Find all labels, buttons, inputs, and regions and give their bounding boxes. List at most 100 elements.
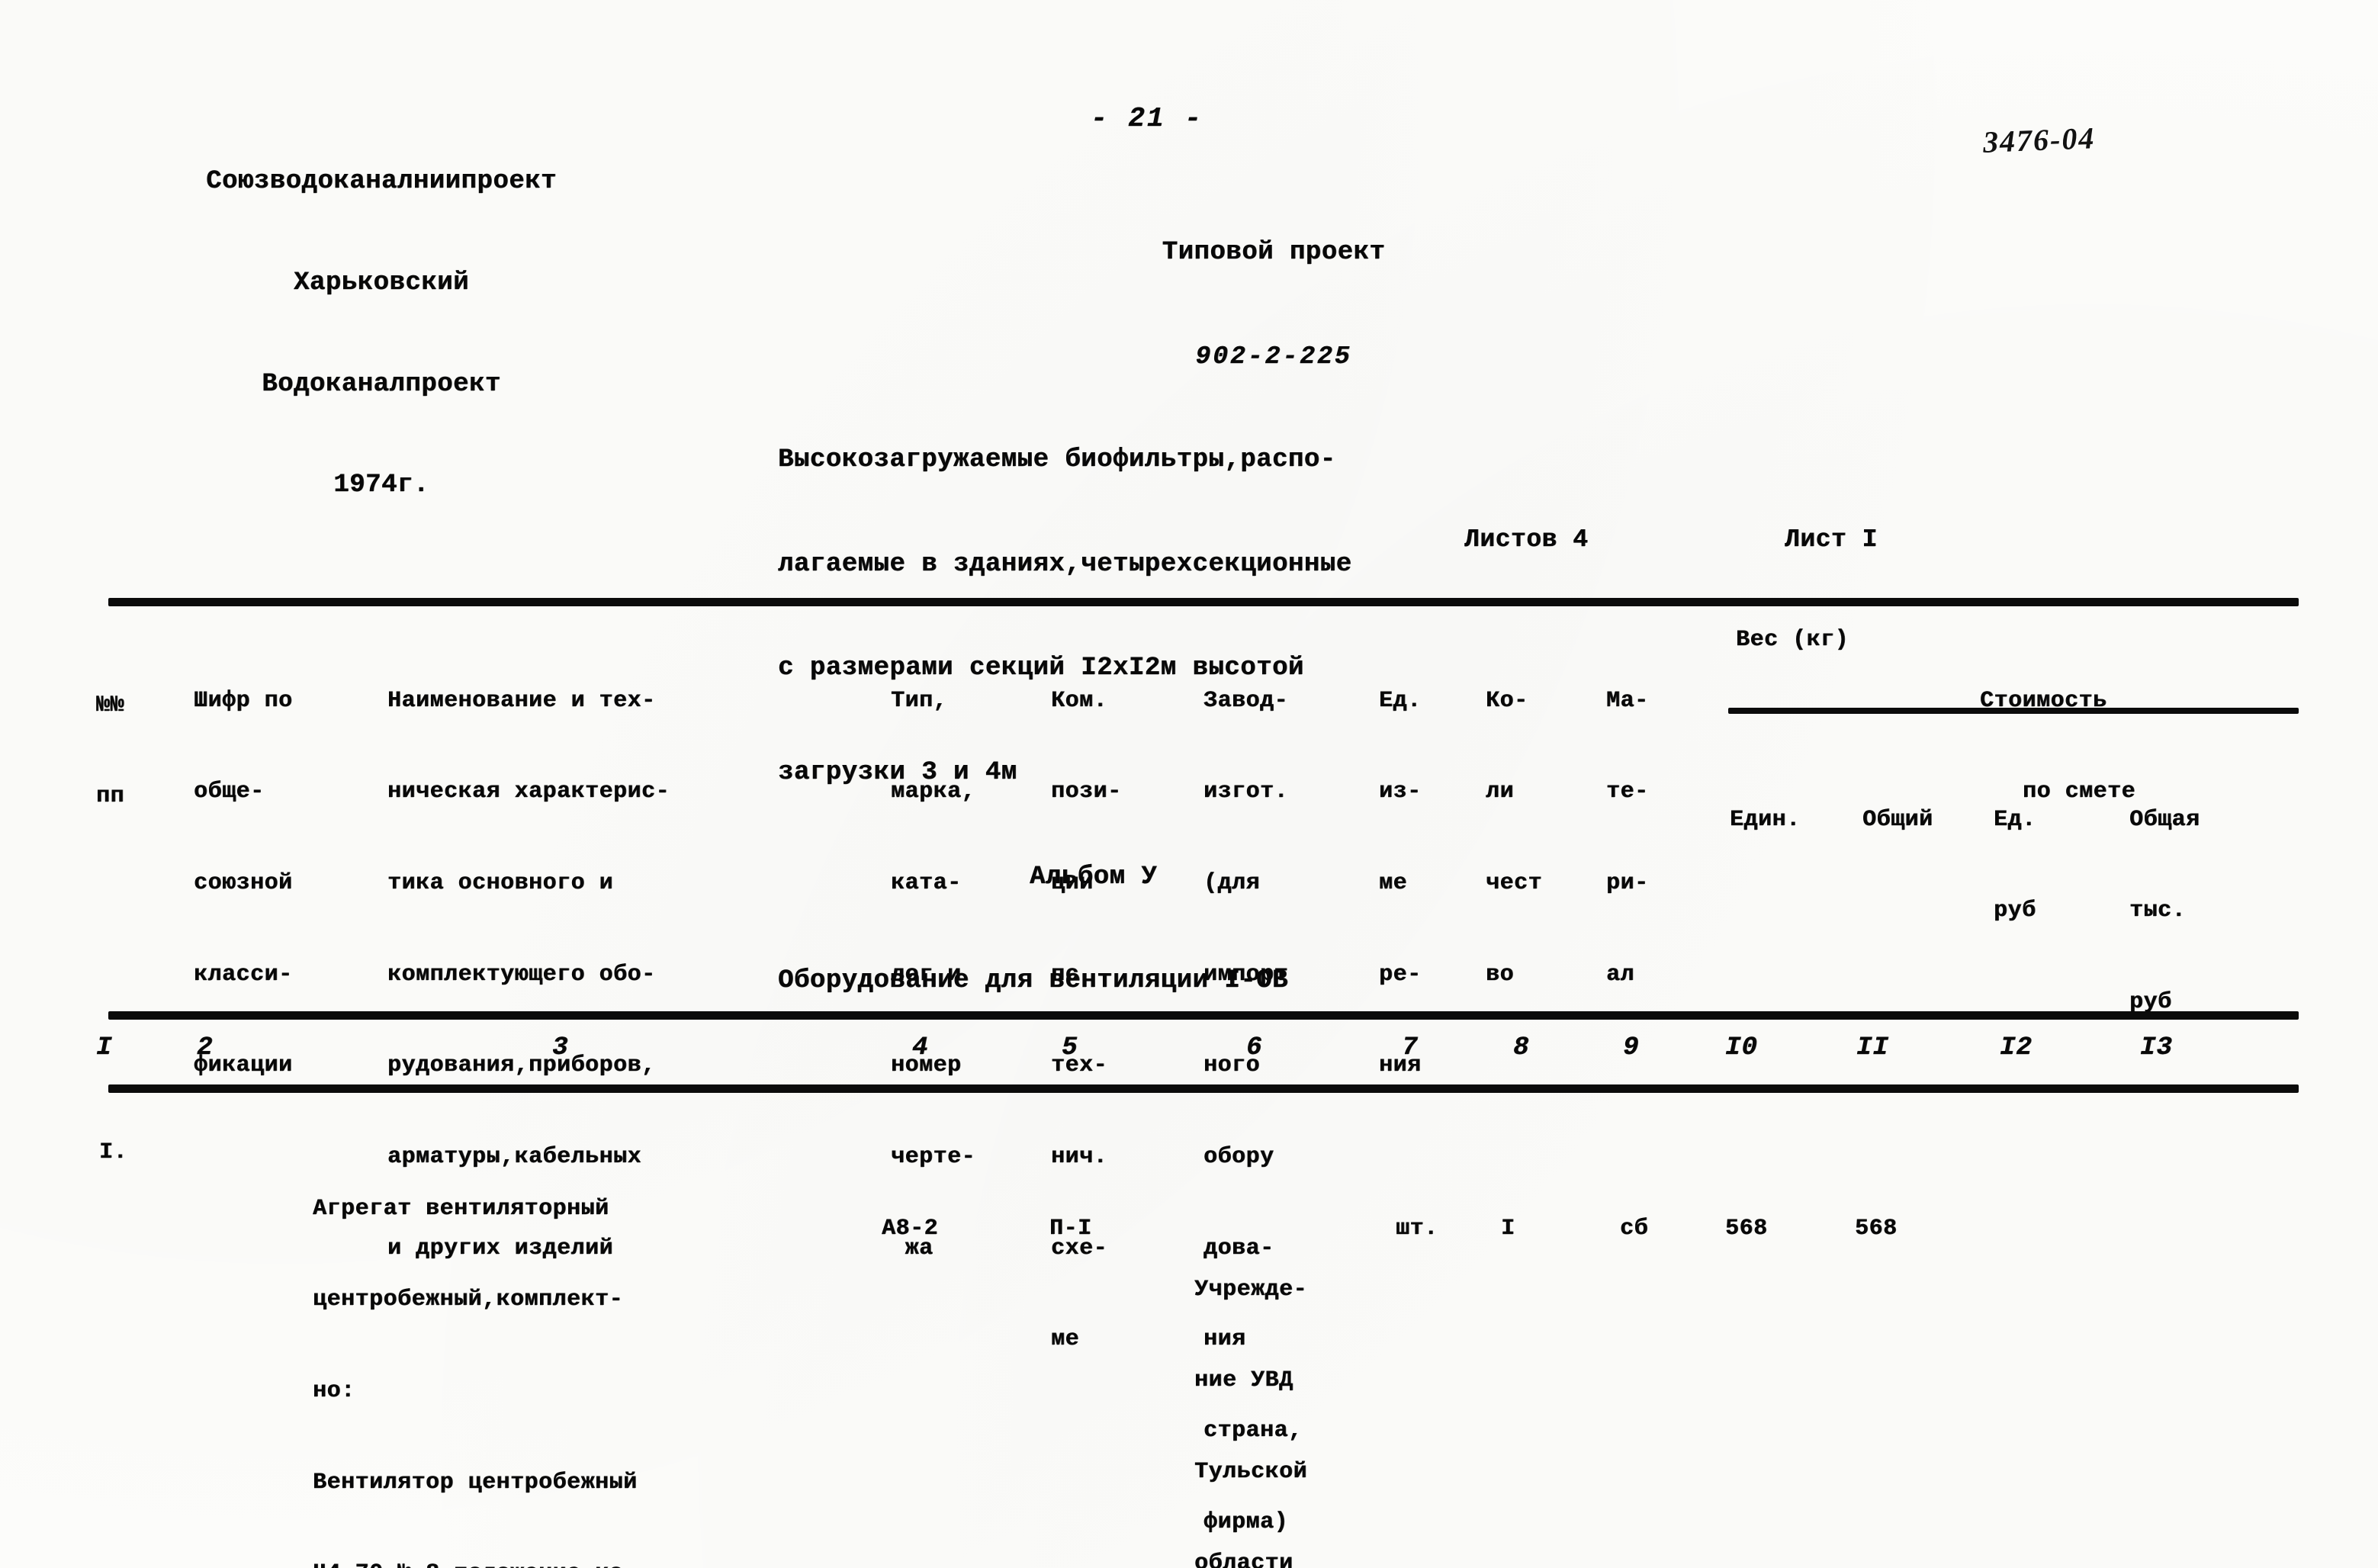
header-text: ката-	[891, 870, 962, 897]
header-text: марка,	[891, 779, 976, 805]
manufacturer-line: ние УВД	[1194, 1367, 1293, 1394]
header-text: ал	[1606, 961, 1635, 988]
table-row-weight-total: 568	[1855, 1216, 1898, 1242]
header-text: Ком.	[1051, 687, 1108, 714]
header-text: Общий	[1862, 806, 1933, 833]
column-number-11: II	[1856, 1033, 1889, 1062]
table-row-quantity: I	[1501, 1216, 1515, 1242]
header-text: ре-	[1379, 961, 1422, 988]
header-text: чест	[1486, 870, 1543, 897]
header-text: Ко-	[1486, 687, 1528, 714]
table-top-rule	[108, 598, 2299, 606]
header-text: пп	[96, 783, 125, 810]
header-text: Наименование и тех-	[387, 687, 656, 714]
organization-line-1: Союзводоканалниипроект	[206, 167, 557, 197]
column-number-10: I0	[1725, 1033, 1758, 1062]
header-text: ническая характерис-	[387, 779, 670, 805]
equipment-name-line: Вентилятор центробежный	[313, 1469, 638, 1496]
header-text: ли	[1486, 779, 1515, 805]
project-kind: Типовой проект	[1162, 238, 1386, 268]
header-text: обще-	[194, 779, 265, 805]
organization-line-4: 1974г.	[333, 471, 429, 500]
column-number-3: 3	[552, 1033, 569, 1062]
header-text: Ма-	[1606, 687, 1649, 714]
header-text: ри-	[1606, 870, 1649, 897]
header-text: те-	[1606, 779, 1649, 805]
header-text: во	[1486, 961, 1515, 988]
header-text: лог и	[891, 961, 962, 988]
table-header-col8: Ко- ли чест во	[1486, 625, 1585, 1051]
column-number-8: 8	[1513, 1033, 1530, 1062]
header-text: комплектующего обо-	[387, 961, 656, 988]
document-page: Союзводоканалниипроект Харьковский Водок…	[0, 0, 2378, 1568]
column-number-4: 4	[912, 1033, 929, 1062]
header-text: тыс.	[2129, 898, 2187, 924]
header-text: пс	[1051, 961, 1080, 988]
header-text: ции	[1051, 870, 1094, 897]
header-text: союзной	[194, 870, 293, 897]
header-text: рудования,приборов,	[387, 1052, 656, 1079]
header-text: Тип,	[891, 687, 948, 714]
header-text: руб	[1994, 898, 2036, 924]
table-row-type-mark: А8-2	[882, 1216, 939, 1242]
header-text: Ед.	[1379, 687, 1422, 714]
column-number-7: 7	[1402, 1033, 1419, 1062]
table-header-col12: Ед. руб	[1994, 744, 2100, 988]
page-number: - 21 -	[1091, 103, 1203, 134]
header-text: Завод-	[1203, 687, 1289, 714]
sheets-total: Листов 4	[1464, 525, 1589, 554]
column-number-1: I	[96, 1033, 113, 1062]
header-text: Ед.	[1994, 806, 2036, 833]
header-text: нич.	[1051, 1144, 1108, 1171]
header-text: ме	[1051, 1326, 1080, 1353]
table-header-col13: Общая тыс. руб	[2129, 744, 2297, 1079]
manufacturer-line: Тульской	[1194, 1459, 1308, 1486]
header-text: №№	[96, 692, 125, 718]
header-text: пози-	[1051, 779, 1122, 805]
header-text: обору	[1203, 1144, 1274, 1171]
table-header-col11: Общий	[1862, 744, 1996, 896]
column-number-6: 6	[1246, 1033, 1263, 1062]
table-header-weight-group: Вес (кг)	[1736, 627, 1849, 653]
header-text: Шифр по	[194, 687, 293, 714]
header-text: Общая	[2129, 806, 2200, 833]
header-text: руб	[2129, 989, 2172, 1016]
table-row-equipment-name: Агрегат вентиляторный центробежный,компл…	[313, 1133, 877, 1568]
organization-line-3: Водоканалпроект	[262, 369, 501, 399]
header-text: ме	[1379, 870, 1408, 897]
header-text: ния	[1379, 1052, 1422, 1079]
equipment-name-line: Ц4-70 № 8,положение ко-	[313, 1559, 877, 1568]
column-number-12: I2	[2000, 1033, 2033, 1062]
table-header-col5: Ком. пози- ции пс тех- нич. схе- ме	[1051, 625, 1196, 1416]
manufacturer-line: Учрежде-	[1194, 1276, 1308, 1303]
equipment-name-line: но:	[313, 1378, 355, 1405]
header-text: Един.	[1730, 806, 1801, 833]
table-row-position: П-I	[1049, 1216, 1092, 1242]
header-text: черте-	[891, 1144, 976, 1171]
header-text: импорт	[1203, 961, 1289, 988]
header-text: изгот.	[1203, 779, 1289, 805]
project-description-line-2: лагаемые в зданиях,четырехсекционные	[778, 549, 1352, 579]
table-row-manufacturer: Учрежде- ние УВД Тульской области	[1194, 1214, 1370, 1568]
manufacturer-line: области	[1194, 1550, 1293, 1568]
column-number-13: I3	[2140, 1033, 2173, 1062]
table-header-col1: №№ пп	[96, 630, 180, 873]
organization-block: Союзводоканалниипроект Харьковский Водок…	[114, 98, 648, 570]
header-text: (для	[1203, 870, 1261, 897]
table-header-col7: Ед. из- ме ре- ния	[1379, 625, 1474, 1142]
header-text: тика основного и	[387, 870, 614, 897]
equipment-name-line: центробежный,комплект-	[313, 1287, 624, 1313]
column-number-9: 9	[1623, 1033, 1640, 1062]
table-row-weight-unit: 568	[1725, 1216, 1768, 1242]
table-header-col9: Ма- те- ри- ал	[1606, 625, 1705, 1051]
project-description-line-1: Высокозагружаемые биофильтры,распо-	[778, 445, 1336, 475]
table-row-material: сб	[1620, 1216, 1649, 1242]
project-number: 902-2-225	[1195, 342, 1352, 371]
archive-code-annotation: 3476-04	[1982, 120, 2097, 159]
header-text: класси-	[194, 961, 293, 988]
sheet-current: Лист I	[1785, 525, 1878, 554]
table-header-col2: Шифр по обще- союзной класси- фикации	[194, 625, 369, 1142]
equipment-name-line: Агрегат вентиляторный	[313, 1195, 609, 1222]
header-text: Стоимость	[1980, 687, 2107, 714]
header-text: ного	[1203, 1052, 1261, 1079]
